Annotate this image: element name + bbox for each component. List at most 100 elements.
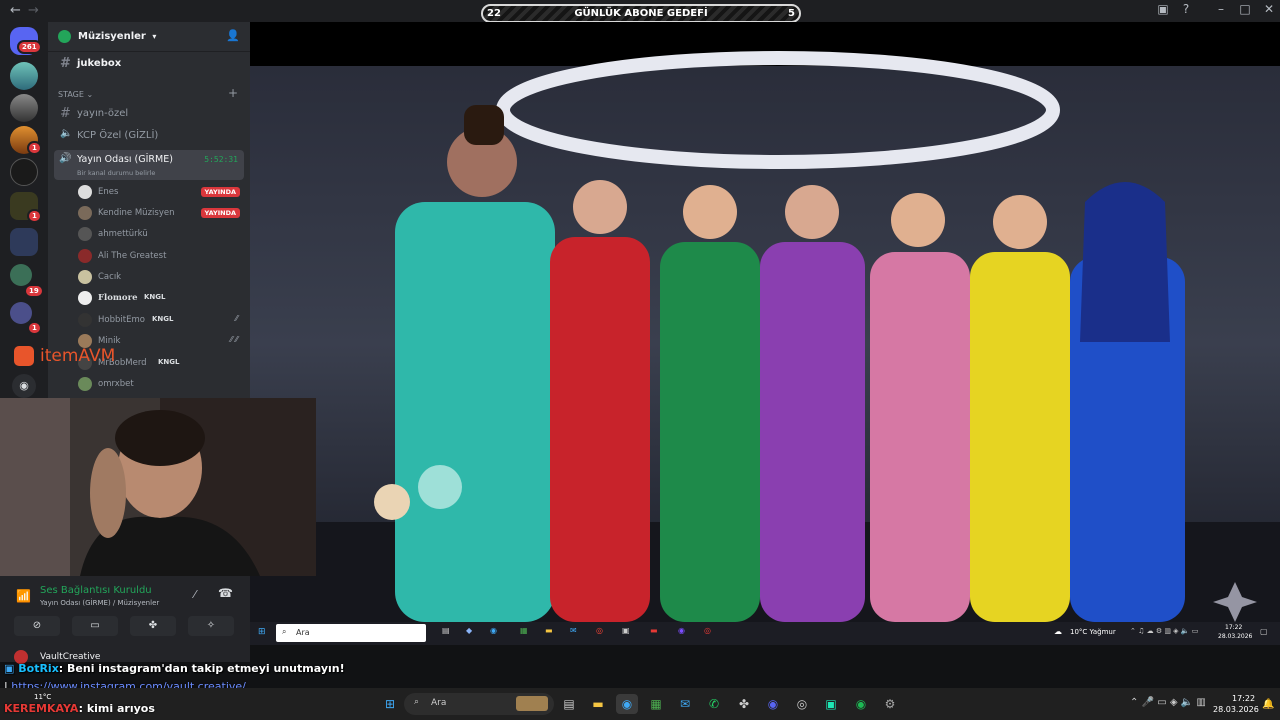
webcam-feed: [0, 398, 316, 576]
clock-date[interactable]: 28.03.2026: [1213, 705, 1259, 714]
server-rail: 261 1 1 19 1 ◉: [0, 22, 48, 398]
taskbar-search[interactable]: ⌕ Ara: [404, 693, 554, 715]
shopping-bag-icon: [14, 346, 34, 366]
app-icon[interactable]: ▣: [622, 626, 630, 635]
clock-date[interactable]: 28.03.2026: [1218, 633, 1252, 640]
disconnect-icon[interactable]: ☎: [218, 586, 233, 600]
clan-tag: KNGL: [158, 358, 180, 366]
voice-member[interactable]: Kendine Müzisyen YAYINDA: [76, 203, 246, 223]
clock-time[interactable]: 17:22: [1225, 624, 1242, 631]
voice-member[interactable]: Ali The Greatest: [76, 246, 246, 266]
app-icon[interactable]: ◎: [704, 626, 711, 635]
chrome-icon[interactable]: ◎: [596, 626, 603, 635]
deafened-icon: ⁄⁄ ⁄⁄: [230, 335, 238, 344]
member-name: ahmettürkü: [98, 229, 148, 239]
server-icon[interactable]: [10, 158, 38, 186]
member-name: omrxbet: [98, 379, 134, 389]
forward-icon[interactable]: →: [28, 3, 39, 18]
server-folder-icon[interactable]: [10, 228, 38, 256]
user-panel: VaultCreative: [0, 646, 250, 664]
tray-icons[interactable]: ⌃ 🎤 ▭ ◈ 🔈 ▥: [1130, 697, 1206, 708]
search-box[interactable]: ⌕ Ara: [276, 624, 426, 642]
server-icon[interactable]: [10, 94, 38, 122]
captured-taskbar: ⊞ ⌕ Ara ▤ ◆ ◉ ▦ ▬ ✉ ◎ ▣ ▬ ◉ ◎ ☁ 10°C Yağ…: [250, 622, 1280, 645]
clan-tag: KNGL: [152, 315, 174, 323]
app-icon[interactable]: ▣: [820, 694, 842, 714]
voice-member[interactable]: Cacık: [76, 267, 246, 287]
clock-time[interactable]: 17:22: [1232, 694, 1255, 703]
task-view-icon[interactable]: ▤: [442, 626, 450, 635]
maximize-icon[interactable]: □: [1236, 2, 1254, 16]
back-icon[interactable]: ←: [10, 3, 21, 18]
channel-panel: Müzisyenler ▾ 👤 # jukebox STAGE ⌄ + # ya…: [48, 22, 250, 398]
discord-icon[interactable]: ◉: [762, 694, 784, 714]
edge-icon[interactable]: ◉: [490, 626, 497, 635]
voice-status-title[interactable]: Ses Bağlantısı Kuruldu: [40, 585, 152, 596]
activities-button[interactable]: ✤: [130, 616, 176, 636]
search-placeholder: Ara: [431, 698, 447, 708]
activities-icon: ✤: [148, 620, 158, 631]
channel-yayin-ozel[interactable]: # yayın-özel: [56, 104, 244, 124]
screen-share-button[interactable]: ▭: [72, 616, 118, 636]
goal-target: 5: [788, 8, 795, 19]
muted-icon: ⁄⁄: [235, 314, 238, 323]
tray-icons[interactable]: ⌃ ♫ ☁ ⚙ ▥ ◈ 🔈 ▭: [1130, 627, 1198, 635]
app-icon[interactable]: ◉: [678, 626, 685, 635]
notification-icon[interactable]: ▢: [1260, 627, 1268, 636]
server-header[interactable]: Müzisyenler ▾ 👤: [48, 22, 250, 52]
spotify-icon[interactable]: ◉: [850, 694, 872, 714]
discover-icon[interactable]: ◉: [12, 374, 36, 398]
inbox-icon[interactable]: ▣: [1154, 2, 1172, 16]
mail-icon[interactable]: ✉: [570, 626, 577, 635]
server-icon[interactable]: [10, 264, 32, 286]
voice-status-prompt[interactable]: Bir kanal durumu belirle: [77, 169, 155, 177]
windows-start-icon[interactable]: ⊞: [258, 627, 266, 637]
add-channel-icon[interactable]: +: [228, 86, 238, 100]
add-member-icon[interactable]: 👤: [226, 29, 240, 42]
windows-start-icon[interactable]: ⊞: [379, 694, 401, 714]
voice-channel-active[interactable]: 🔊 Yayın Odası (GİRME) 5:52:31 Bir kanal …: [54, 150, 244, 180]
category-stage[interactable]: STAGE ⌄: [58, 90, 93, 99]
settings-icon[interactable]: ⚙: [879, 694, 901, 714]
chevron-down-icon: ▾: [152, 32, 157, 41]
mail-icon[interactable]: ✉: [674, 694, 696, 714]
soundboard-button[interactable]: ✧: [188, 616, 234, 636]
voice-member[interactable]: Flomore KNGL: [76, 288, 246, 308]
server-icon[interactable]: [10, 62, 38, 90]
app-icon[interactable]: ◎: [791, 694, 813, 714]
store-icon[interactable]: ▦: [520, 626, 528, 635]
minimize-icon[interactable]: –: [1212, 2, 1230, 16]
file-explorer-icon[interactable]: ▬: [587, 694, 609, 714]
folder-icon[interactable]: ▬: [545, 626, 553, 635]
voice-member[interactable]: omrxbet: [76, 374, 246, 394]
weather-icon[interactable]: ☁: [1054, 627, 1062, 636]
voice-status-subtitle[interactable]: Yayın Odası (GİRME) / Müzisyenler: [40, 599, 159, 607]
channel-jukebox[interactable]: # jukebox: [56, 54, 244, 74]
stream-video: [250, 22, 1280, 622]
voice-member[interactable]: ahmettürkü: [76, 224, 246, 244]
chat-username: KEREMKAYA: [4, 702, 79, 715]
noise-suppression-icon[interactable]: ⁄: [194, 588, 196, 601]
edge-icon[interactable]: ◉: [616, 694, 638, 714]
app-icon[interactable]: ✤: [733, 694, 755, 714]
store-icon[interactable]: ▦: [645, 694, 667, 714]
app-icon[interactable]: ▬: [650, 626, 658, 635]
task-view-icon[interactable]: ▤: [558, 694, 580, 714]
channel-kcp[interactable]: 🔈 KCP Özel (GİZLİ): [56, 126, 244, 146]
category-label: STAGE: [58, 90, 84, 99]
channel-label: yayın-özel: [77, 108, 129, 119]
whatsapp-icon[interactable]: ✆: [703, 694, 725, 714]
close-icon[interactable]: ✕: [1260, 2, 1278, 16]
weather-text[interactable]: 10°C Yağmur: [1070, 628, 1116, 636]
help-icon[interactable]: ?: [1177, 2, 1195, 16]
notification-bell-icon[interactable]: 🔔: [1262, 699, 1274, 710]
camera-off-button[interactable]: ⊘: [14, 616, 60, 636]
voice-member[interactable]: Enes YAYINDA: [76, 182, 246, 202]
server-icon[interactable]: [10, 302, 32, 324]
live-badge: YAYINDA: [200, 208, 240, 218]
member-name: Flomore: [98, 293, 138, 303]
app-icon[interactable]: ◆: [466, 626, 472, 635]
video-frame: [250, 22, 1280, 622]
voice-member[interactable]: HobbitEmo KNGL ⁄⁄: [76, 310, 246, 330]
chat-username: BotRix: [18, 662, 59, 675]
